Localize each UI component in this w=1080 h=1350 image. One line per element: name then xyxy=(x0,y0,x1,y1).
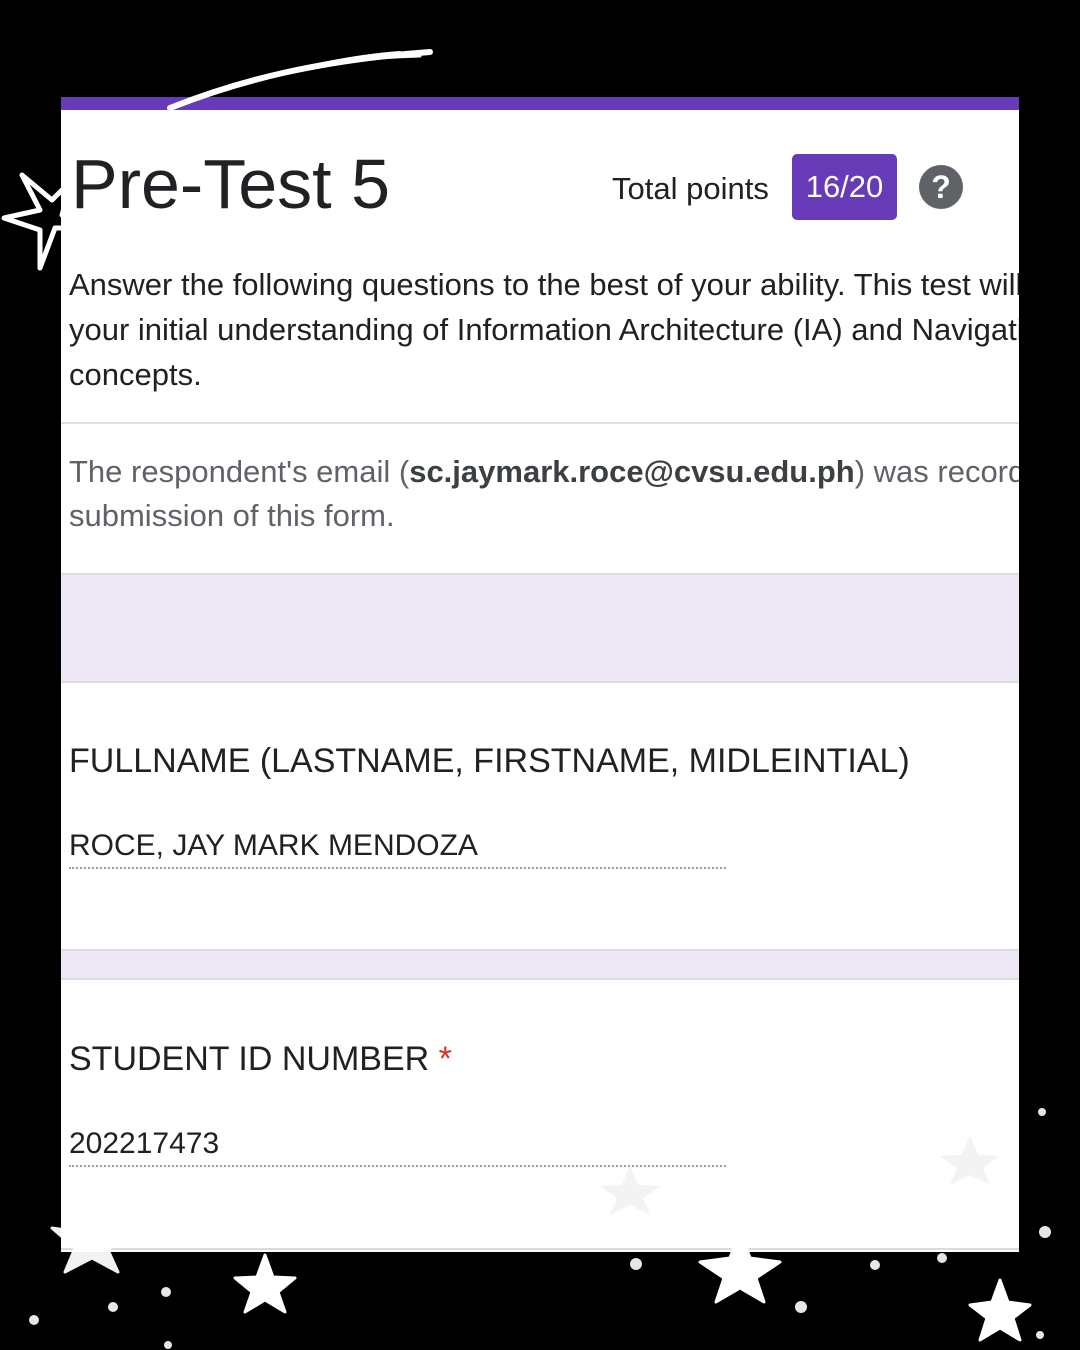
section-border xyxy=(61,978,1019,980)
section-gap xyxy=(61,951,1019,978)
question-title: STUDENT ID NUMBER * xyxy=(69,1040,452,1079)
total-points-label: Total points xyxy=(612,171,769,206)
respondent-email: sc.jaymark.roce@cvsu.edu.ph xyxy=(409,454,855,489)
score-badge: 16/20 xyxy=(792,154,897,220)
question-title-text: STUDENT ID NUMBER xyxy=(69,1040,430,1078)
divider xyxy=(61,422,1019,424)
form-accent-bar xyxy=(61,97,1019,110)
form-response-card: Pre-Test 5 Total points 16/20 ? Answer t… xyxy=(61,97,1019,1252)
answer-text: ROCE, JAY MARK MENDOZA xyxy=(69,829,478,862)
help-icon[interactable]: ? xyxy=(919,165,963,209)
form-title: Pre-Test 5 xyxy=(71,145,390,223)
answer-text: 202217473 xyxy=(69,1127,220,1160)
question-title: FULLNAME (LASTNAME, FIRSTNAME, MIDLEINTI… xyxy=(69,742,910,780)
section-border xyxy=(61,1248,1019,1250)
answer-underline xyxy=(69,1165,726,1167)
answer-underline xyxy=(69,867,726,869)
section-border xyxy=(61,681,1019,683)
email-recorded-note: The respondent's email (sc.jaymark.roce@… xyxy=(69,450,1019,538)
email-note-prefix: The respondent's email ( xyxy=(69,454,410,489)
required-asterisk: * xyxy=(438,1040,452,1078)
form-description: Answer the following questions to the be… xyxy=(69,267,1019,392)
section-gap xyxy=(61,575,1019,681)
